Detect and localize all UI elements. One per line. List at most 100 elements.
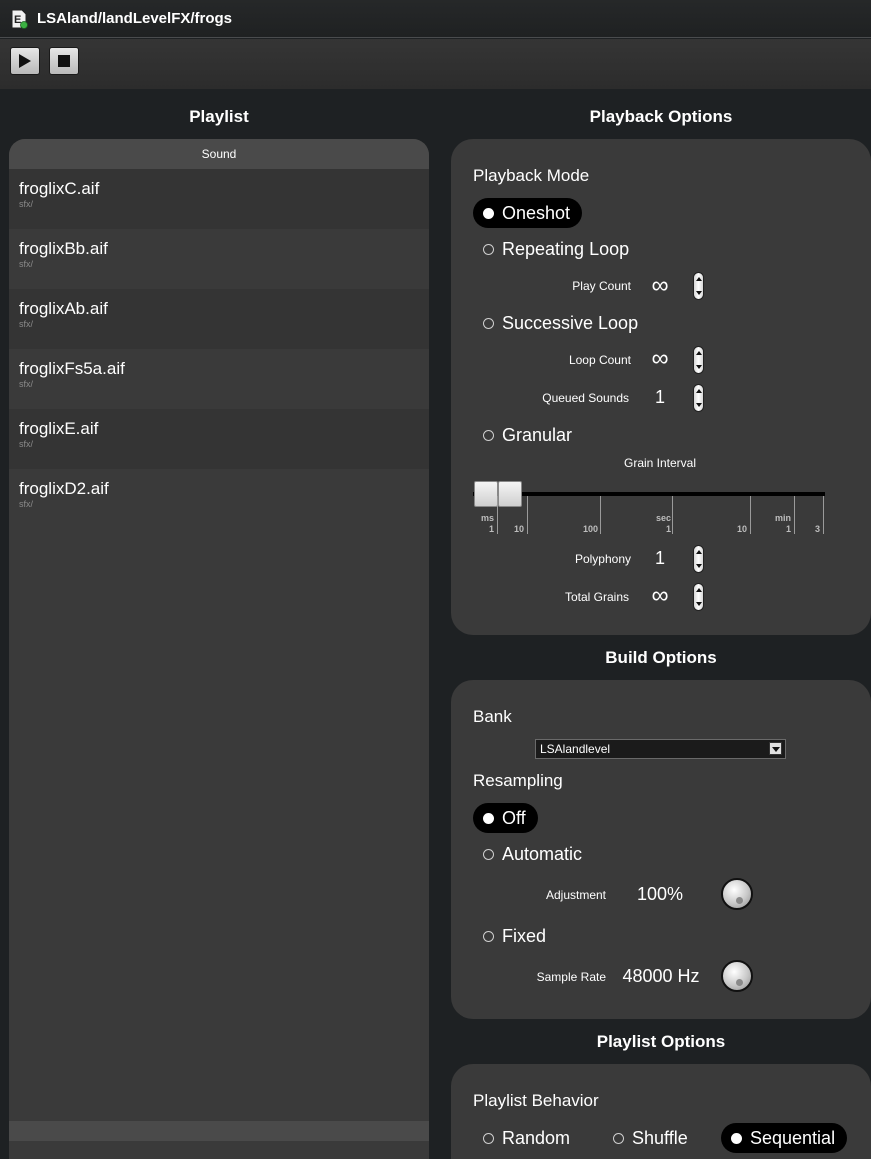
radio-dot: [483, 1132, 494, 1144]
radio-sequential[interactable]: Sequential: [721, 1123, 848, 1153]
knob-indicator: [736, 897, 743, 904]
play-count-label: Play Count: [572, 279, 631, 293]
adjustment-knob[interactable]: [721, 878, 753, 910]
total-grains-label: Total Grains: [564, 590, 629, 604]
play-button[interactable]: [10, 47, 40, 75]
sound-name: froglixBb.aif: [19, 239, 108, 258]
grain-interval-max-thumb[interactable]: [498, 481, 522, 507]
radio-resampling-off[interactable]: Off: [473, 803, 538, 833]
toolbar: [0, 39, 871, 89]
radio-granular[interactable]: Granular: [473, 420, 584, 450]
radio-shuffle-label: Shuffle: [632, 1127, 688, 1148]
sound-path: sfx/: [19, 259, 34, 269]
unit-ms-label: ms: [480, 513, 494, 523]
radio-granular-label: Granular: [502, 424, 573, 445]
sound-path: sfx/: [19, 199, 34, 209]
queued-sounds-value: 1: [654, 387, 665, 407]
radio-automatic-label: Automatic: [502, 843, 583, 864]
radio-repeating-label: Repeating Loop: [502, 238, 630, 259]
playlist-behavior-label: Playlist Behavior: [473, 1091, 599, 1110]
radio-resampling-automatic[interactable]: Automatic: [473, 839, 594, 869]
playlist-row[interactable]: froglixFs5a.aif sfx/: [9, 349, 429, 409]
sound-path: sfx/: [19, 499, 34, 509]
sound-name: froglixE.aif: [19, 419, 99, 438]
app-window: E LSAland/landLevelFX/frogs Playlist Pla…: [0, 0, 871, 1159]
sound-path: sfx/: [19, 319, 34, 329]
polyphony-label: Polyphony: [574, 552, 631, 566]
sample-rate-knob[interactable]: [721, 960, 753, 992]
window-title: LSAland/landLevelFX/frogs: [37, 10, 233, 27]
queued-sounds-stepper[interactable]: [693, 384, 704, 412]
playlist-row[interactable]: froglixBb.aif sfx/: [9, 229, 429, 289]
tick-mark: [823, 496, 824, 534]
radio-dot: [483, 243, 494, 255]
radio-oneshot[interactable]: Oneshot: [473, 198, 583, 228]
radio-oneshot-label: Oneshot: [502, 202, 571, 223]
sound-name: froglixC.aif: [19, 179, 100, 198]
radio-dot: [483, 317, 494, 329]
tick-mark: [672, 496, 673, 534]
total-grains-stepper[interactable]: [693, 583, 704, 611]
document-e-icon: E: [11, 9, 28, 29]
polyphony-value: 1: [654, 548, 665, 568]
bank-label: Bank: [473, 707, 512, 726]
radio-dot: [731, 1132, 742, 1144]
bank-dropdown[interactable]: LSAlandlevel: [535, 739, 786, 759]
radio-random-label: Random: [502, 1127, 571, 1148]
sound-path: sfx/: [19, 379, 34, 389]
knob-indicator: [736, 979, 743, 986]
radio-dot: [483, 429, 494, 441]
radio-dot: [483, 930, 494, 942]
playback-options-heading: Playback Options: [589, 107, 733, 126]
playlist-row[interactable]: froglixAb.aif sfx/: [9, 289, 429, 349]
sound-column-header[interactable]: Sound: [9, 139, 429, 169]
tick-label: 1: [785, 524, 791, 534]
playback-mode-label: Playback Mode: [473, 166, 590, 185]
playlist-row[interactable]: froglixE.aif sfx/: [9, 409, 429, 469]
playlist-footer-bar: [9, 1121, 429, 1141]
loop-count-stepper[interactable]: [693, 346, 704, 374]
play-count-stepper[interactable]: [693, 272, 704, 300]
playlist-row[interactable]: froglixD2.aif sfx/: [9, 469, 429, 529]
loop-count-label: Loop Count: [568, 353, 631, 367]
sound-name: froglixFs5a.aif: [19, 359, 125, 378]
radio-repeating-loop[interactable]: Repeating Loop: [473, 234, 641, 264]
stop-button[interactable]: [49, 47, 79, 75]
polyphony-stepper[interactable]: [693, 545, 704, 573]
radio-sequential-label: Sequential: [750, 1127, 836, 1148]
total-grains-value: ∞: [651, 582, 669, 609]
play-icon: [19, 54, 31, 68]
tick-label: 10: [736, 524, 747, 534]
sound-name: froglixAb.aif: [19, 299, 108, 318]
sample-rate-value: 48000 Hz: [622, 966, 700, 986]
radio-successive-label: Successive Loop: [502, 312, 639, 333]
title-bar: E LSAland/landLevelFX/frogs: [0, 0, 871, 38]
unit-sec-label: sec: [655, 513, 671, 523]
tick-mark: [600, 496, 601, 534]
radio-resampling-fixed[interactable]: Fixed: [473, 921, 558, 951]
playlist-options-heading: Playlist Options: [596, 1032, 726, 1051]
unit-min-label: min: [774, 513, 791, 523]
playlist-table: Sound froglixC.aif sfx/ froglixBb.aif sf…: [9, 139, 429, 1159]
adjustment-label: Adjustment: [545, 888, 606, 902]
stop-icon: [58, 55, 70, 67]
grain-interval-track[interactable]: [473, 492, 825, 496]
playlist-heading: Playlist: [189, 107, 249, 126]
tick-label: 1: [488, 524, 494, 534]
play-count-value: ∞: [651, 272, 669, 299]
tick-mark: [794, 496, 795, 534]
radio-random[interactable]: Random: [473, 1123, 582, 1153]
tick-mark: [750, 496, 751, 534]
playlist-row[interactable]: froglixC.aif sfx/: [9, 169, 429, 229]
tick-mark: [497, 496, 498, 534]
sound-name: froglixD2.aif: [19, 479, 109, 498]
chevron-down-icon[interactable]: [769, 742, 782, 755]
radio-successive-loop[interactable]: Successive Loop: [473, 308, 650, 338]
radio-shuffle[interactable]: Shuffle: [603, 1123, 700, 1153]
loop-count-value: ∞: [651, 345, 669, 372]
radio-dot: [483, 848, 494, 860]
build-options-heading: Build Options: [605, 648, 717, 667]
bank-dropdown-value: LSAlandlevel: [540, 742, 611, 756]
grain-interval-min-thumb[interactable]: [474, 481, 498, 507]
radio-dot: [483, 812, 494, 824]
